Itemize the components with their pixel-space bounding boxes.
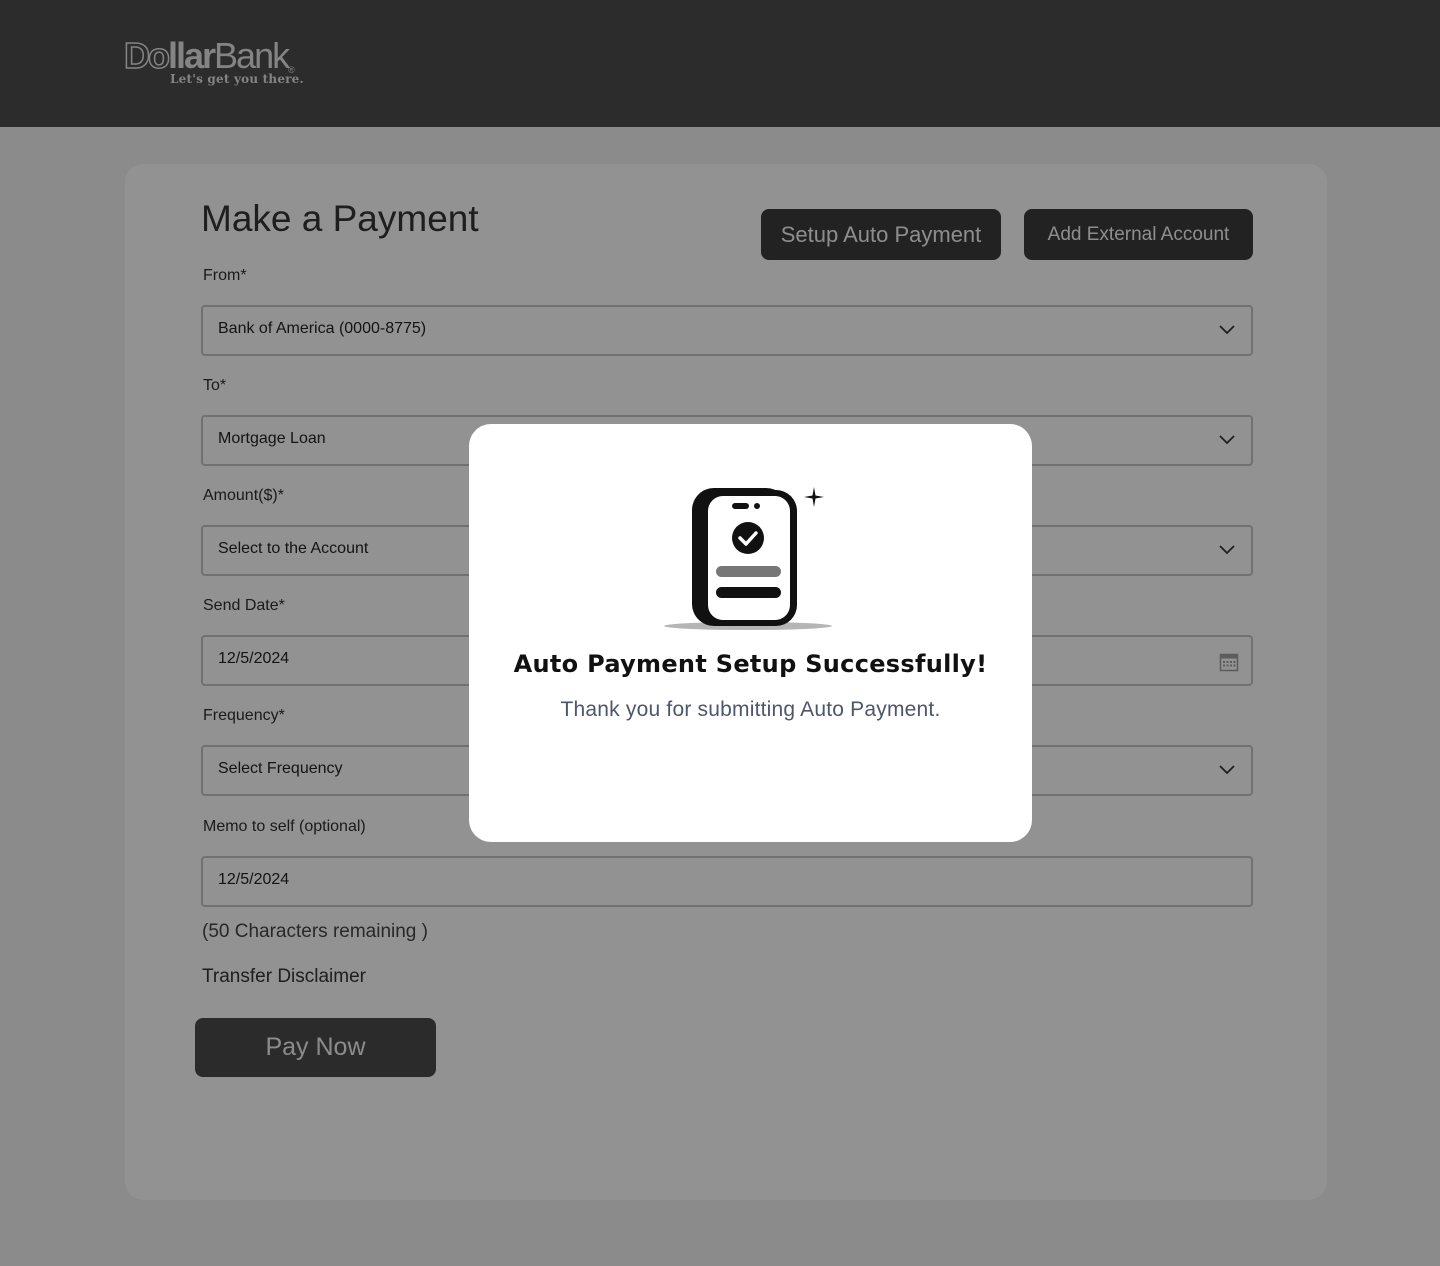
success-modal: Auto Payment Setup Successfully! Thank y… bbox=[469, 424, 1032, 842]
modal-title: Auto Payment Setup Successfully! bbox=[513, 650, 988, 678]
modal-message: Thank you for submitting Auto Payment. bbox=[560, 698, 941, 721]
phone-check-icon bbox=[664, 487, 832, 630]
